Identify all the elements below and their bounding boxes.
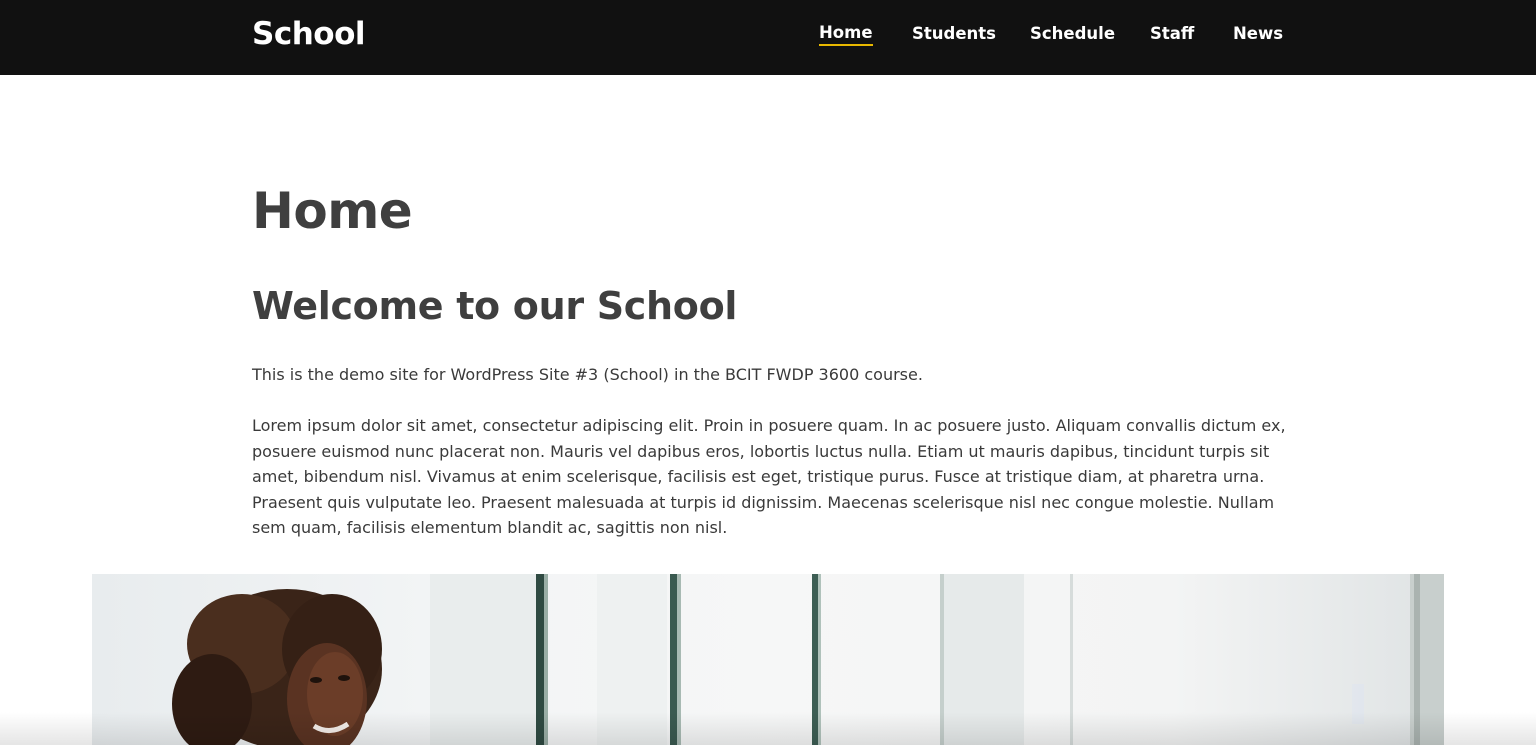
welcome-heading: Welcome to our School xyxy=(252,284,738,328)
lorem-paragraph: Lorem ipsum dolor sit amet, consectetur … xyxy=(252,413,1286,541)
intro-paragraph: This is the demo site for WordPress Site… xyxy=(252,365,923,384)
lorem-line: Praesent quis vulputate leo. Praesent ma… xyxy=(252,492,1275,512)
page-title: Home xyxy=(252,182,413,240)
lorem-line: Lorem ipsum dolor sit amet, consectetur … xyxy=(252,416,1286,435)
nav-item-staff[interactable]: Staff xyxy=(1150,22,1194,46)
site-title-link[interactable]: School xyxy=(252,14,366,54)
hero-photo-illustration xyxy=(172,574,1444,745)
nav-item-news[interactable]: News xyxy=(1233,22,1283,46)
nav-item-students[interactable]: Students xyxy=(912,22,996,46)
lorem-line: amet, bibendum nisl. Vivamus at enim sce… xyxy=(252,467,1265,487)
site-header: School Home Students Schedule Staff News xyxy=(0,0,1536,75)
nav-item-home[interactable]: Home xyxy=(819,22,873,46)
hero-image xyxy=(92,574,1444,745)
lorem-line: sem quam, facilisis elementum blandit ac… xyxy=(252,518,728,538)
lorem-line: posuere euismod nunc placerat non. Mauri… xyxy=(252,441,1270,461)
nav-item-schedule[interactable]: Schedule xyxy=(1030,22,1115,46)
